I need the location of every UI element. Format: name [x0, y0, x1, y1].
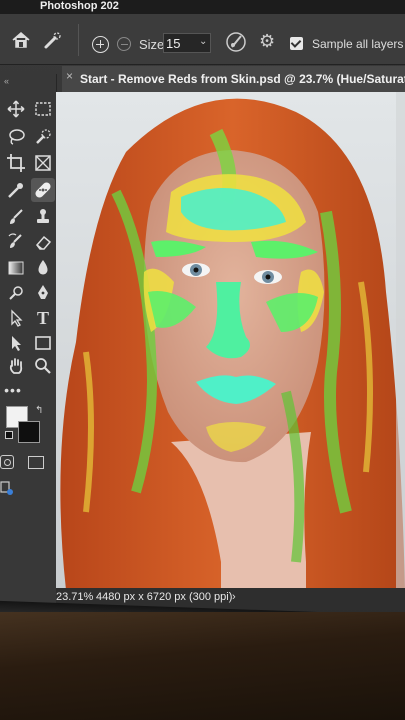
subtract-from-selection-icon[interactable] — [117, 37, 131, 51]
lasso-tool-icon[interactable] — [6, 127, 26, 147]
document-title[interactable]: Start - Remove Reds from Skin.psd @ 23.7… — [80, 72, 405, 86]
size-value[interactable]: 15 — [166, 36, 180, 51]
marquee-tool-icon[interactable] — [33, 99, 53, 119]
portrait-image — [56, 92, 405, 590]
default-colors-icon[interactable] — [5, 431, 13, 439]
clone-stamp-tool-icon[interactable] — [33, 207, 53, 227]
eyedropper-tool-icon[interactable] — [6, 180, 26, 200]
options-separator — [78, 24, 79, 56]
pen-pressure-icon[interactable] — [224, 30, 248, 54]
object-select-tool-icon[interactable] — [33, 127, 53, 147]
app-name[interactable]: Photoshop 202 — [40, 0, 119, 12]
gradient-tool-icon[interactable] — [6, 258, 26, 278]
swap-colors-icon[interactable]: ↰ — [35, 405, 43, 416]
direct-selection-tool-icon[interactable] — [6, 333, 26, 353]
sample-all-layers-checkbox[interactable] — [290, 37, 303, 50]
size-label: Size — [139, 37, 165, 52]
screen-mode-icon[interactable] — [28, 456, 44, 469]
dodge-tool-icon[interactable] — [6, 283, 26, 303]
blur-tool-icon[interactable] — [33, 258, 53, 278]
pen-tool-icon[interactable] — [33, 283, 53, 303]
crop-tool-icon[interactable] — [6, 153, 26, 173]
more-tools-icon[interactable]: ••• — [3, 380, 23, 400]
spot-healing-brush-tool-icon[interactable] — [31, 178, 55, 202]
background-color-swatch[interactable] — [18, 421, 40, 443]
close-tab-icon[interactable]: × — [66, 69, 73, 83]
screen: Photoshop 202 Size 15 ⌄ ⚙ Sample all lay… — [0, 0, 405, 720]
status-info-arrow[interactable]: › — [232, 591, 236, 603]
move-tool-icon[interactable] — [6, 99, 26, 119]
sample-all-layers-label[interactable]: Sample all layers — [312, 37, 403, 51]
path-selection-tool-icon[interactable] — [6, 308, 26, 328]
canvas[interactable] — [56, 92, 405, 590]
home-icon[interactable] — [10, 30, 32, 50]
zoom-level[interactable]: 23.71% — [56, 591, 93, 603]
eraser-tool-icon[interactable] — [33, 232, 53, 252]
edit-toolbar-icon[interactable] — [0, 480, 14, 496]
collapse-toolbar-icon[interactable]: « — [4, 76, 9, 86]
gear-icon[interactable]: ⚙ — [259, 31, 275, 52]
desk-surface — [0, 612, 405, 720]
quick-selection-tool-icon[interactable] — [42, 30, 64, 50]
chevron-down-icon[interactable]: ⌄ — [199, 36, 207, 47]
type-tool-icon[interactable]: T — [33, 308, 53, 328]
quick-mask-icon[interactable] — [0, 455, 14, 469]
rectangle-tool-icon[interactable] — [33, 333, 53, 353]
frame-tool-icon[interactable] — [33, 153, 53, 173]
menu-bar: Photoshop 202 — [0, 0, 405, 14]
zoom-tool-icon[interactable] — [33, 356, 53, 376]
document-dimensions: 4480 px x 6720 px (300 ppi) — [96, 591, 233, 603]
hand-tool-icon[interactable] — [6, 356, 26, 376]
add-to-selection-icon[interactable] — [92, 36, 109, 53]
brush-tool-icon[interactable] — [6, 207, 26, 227]
history-brush-tool-icon[interactable] — [6, 232, 26, 252]
